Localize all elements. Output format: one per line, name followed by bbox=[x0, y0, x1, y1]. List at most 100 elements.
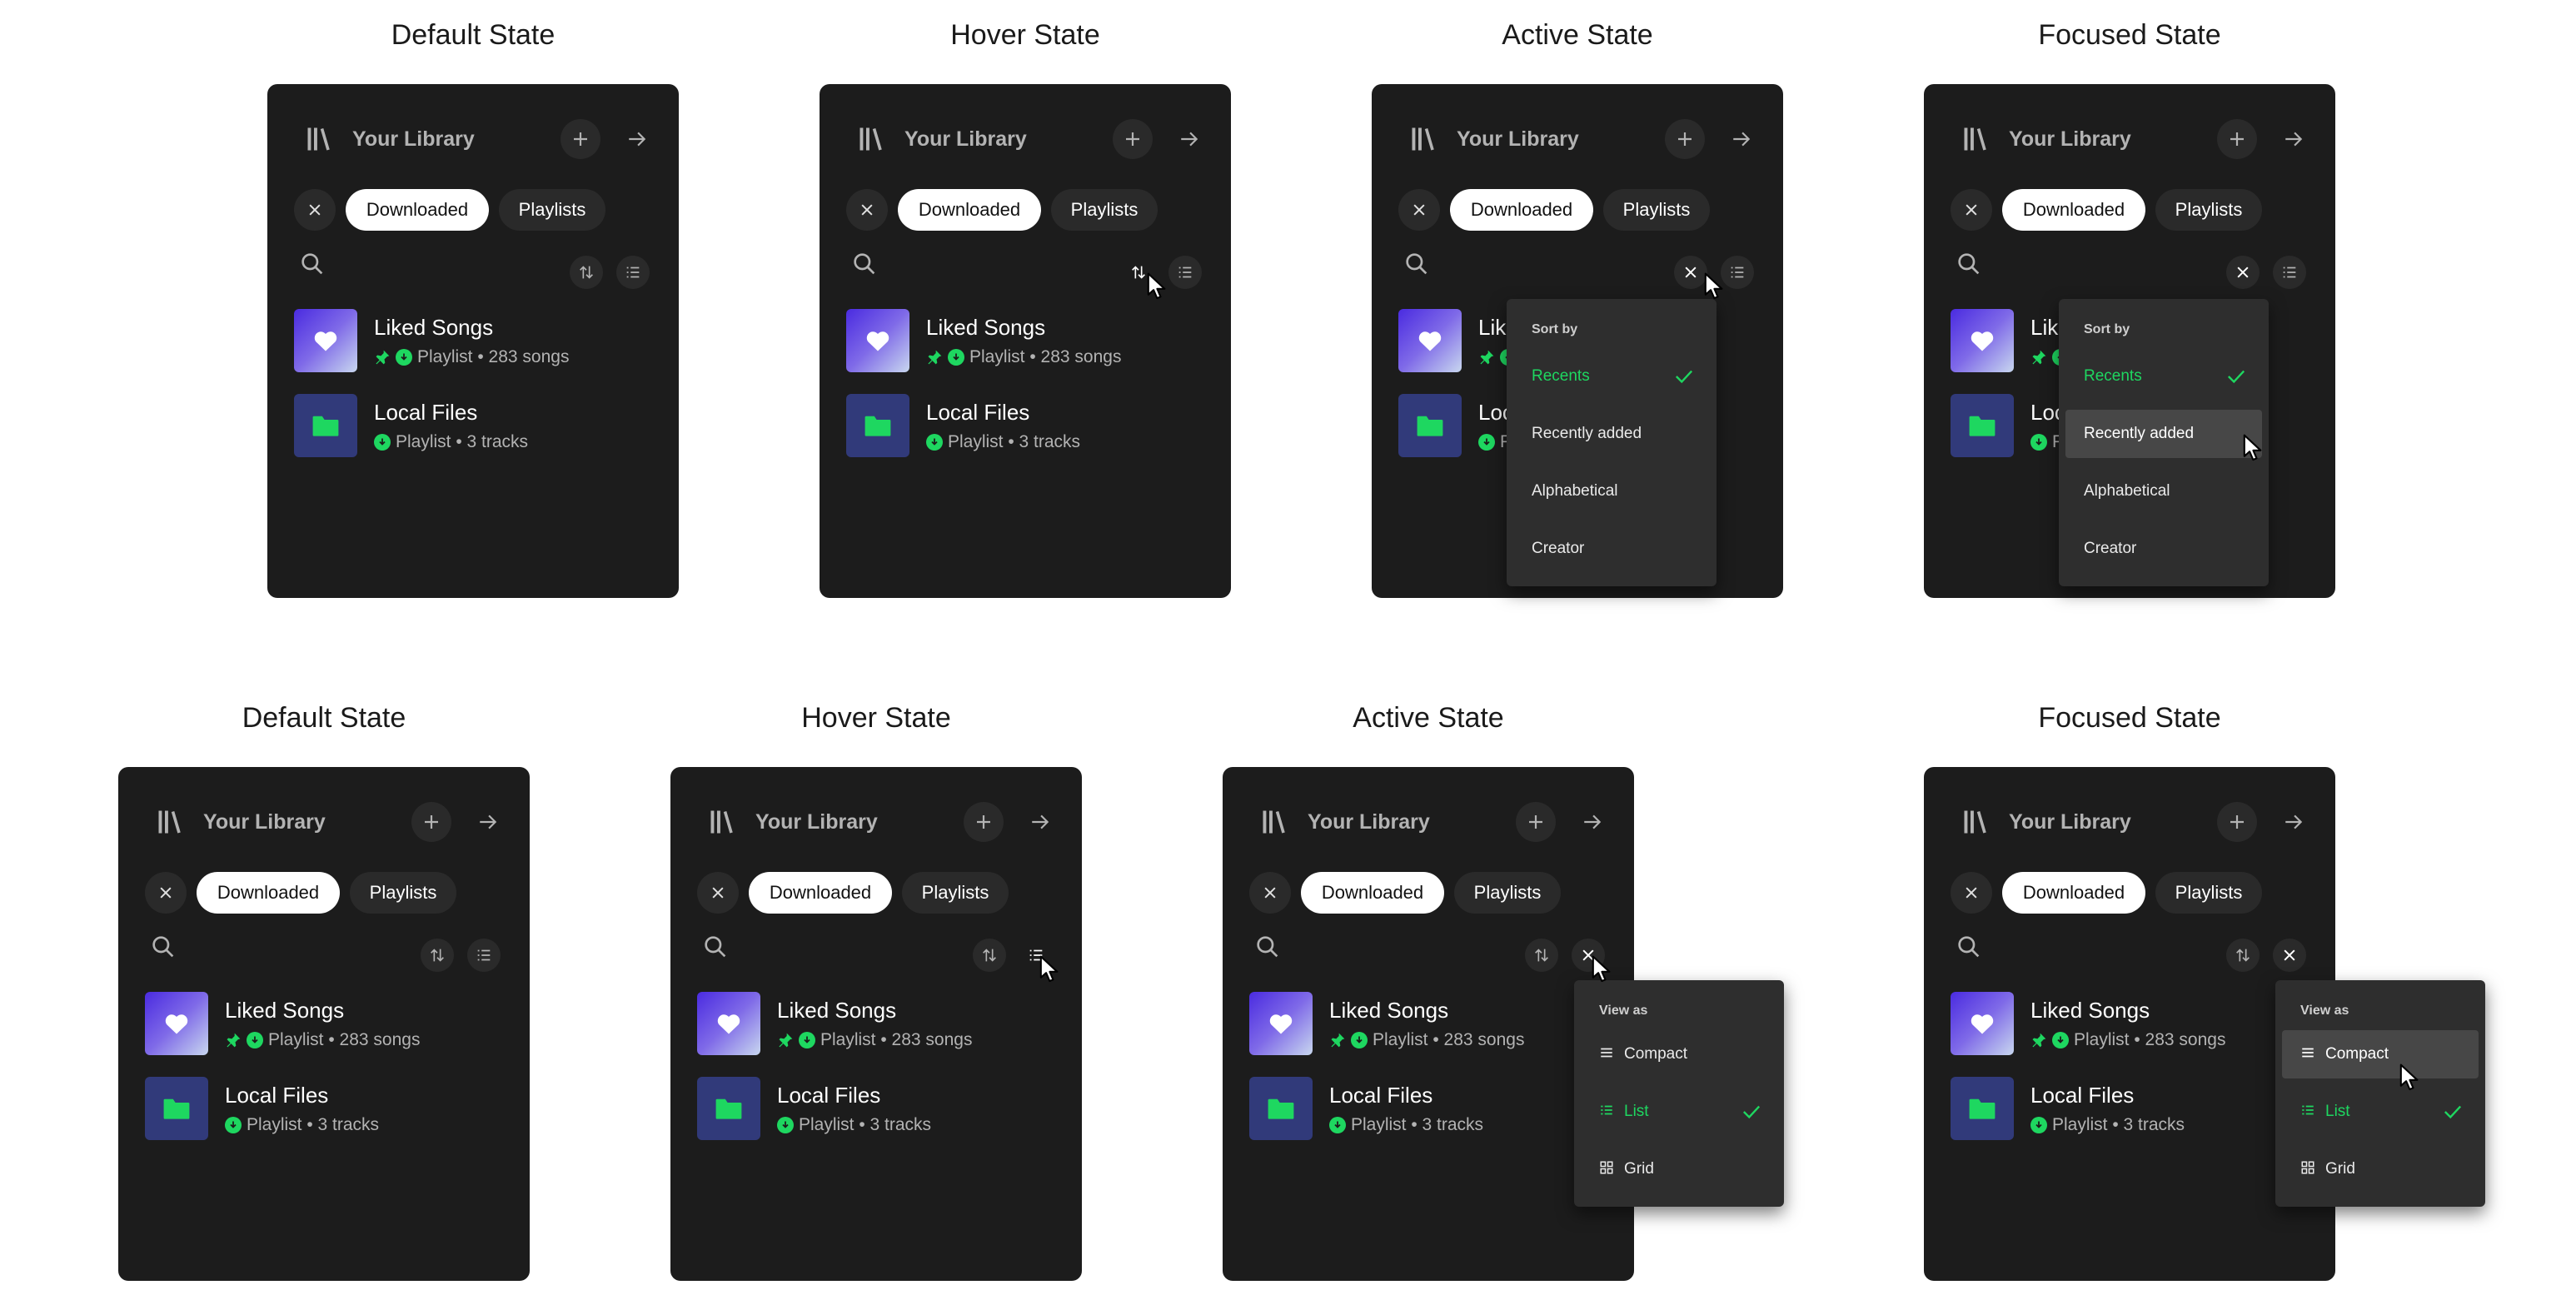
liked-songs-art[interactable] bbox=[294, 309, 357, 372]
filter-chip-downloaded[interactable]: Downloaded bbox=[1301, 872, 1444, 914]
search-icon[interactable] bbox=[1956, 934, 1982, 960]
library-title[interactable]: Your Library bbox=[2009, 807, 2131, 837]
filter-chip-playlists[interactable]: Playlists bbox=[350, 872, 456, 914]
view-option-list[interactable]: List bbox=[1581, 1088, 1777, 1136]
expand-button[interactable] bbox=[617, 119, 657, 159]
liked-songs-art[interactable] bbox=[145, 992, 208, 1055]
sort-option-creator[interactable]: Creator bbox=[2065, 525, 2262, 573]
filter-chip-playlists[interactable]: Playlists bbox=[1454, 872, 1561, 914]
local-files-title[interactable]: Local Files bbox=[374, 399, 477, 426]
clear-filter-button[interactable] bbox=[1951, 872, 1992, 914]
liked-songs-art[interactable] bbox=[697, 992, 760, 1055]
sort-button[interactable] bbox=[570, 256, 603, 289]
create-button[interactable] bbox=[2217, 119, 2257, 159]
filter-chip-playlists[interactable]: Playlists bbox=[2155, 189, 2262, 231]
library-title[interactable]: Your Library bbox=[1457, 124, 1579, 154]
liked-songs-title[interactable]: Liked Songs bbox=[374, 314, 493, 341]
liked-songs-title[interactable]: Liked Songs bbox=[225, 997, 344, 1024]
filter-chip-downloaded[interactable]: Downloaded bbox=[2002, 872, 2145, 914]
clear-filter-button[interactable] bbox=[1951, 189, 1992, 231]
view-button[interactable] bbox=[467, 939, 501, 972]
liked-songs-art[interactable] bbox=[1398, 309, 1462, 372]
filter-chip-downloaded[interactable]: Downloaded bbox=[1450, 189, 1593, 231]
filter-chip-downloaded[interactable]: Downloaded bbox=[898, 189, 1041, 231]
view-button[interactable] bbox=[1168, 256, 1202, 289]
liked-songs-art[interactable] bbox=[1249, 992, 1313, 1055]
sort-button[interactable] bbox=[2226, 939, 2260, 972]
view-option-list[interactable]: List bbox=[2282, 1088, 2479, 1136]
sort-option-recents[interactable]: Recents bbox=[2065, 352, 2262, 401]
local-files-title[interactable]: Local Files bbox=[926, 399, 1029, 426]
view-option-compact[interactable]: Compact bbox=[2282, 1030, 2479, 1078]
create-button[interactable] bbox=[964, 802, 1004, 842]
close-sort-button[interactable] bbox=[1674, 256, 1707, 289]
filter-chip-playlists[interactable]: Playlists bbox=[902, 872, 1009, 914]
expand-button[interactable] bbox=[468, 802, 508, 842]
search-icon[interactable] bbox=[299, 251, 326, 277]
sort-button[interactable] bbox=[421, 939, 454, 972]
library-title[interactable]: Your Library bbox=[755, 807, 878, 837]
create-button[interactable] bbox=[1113, 119, 1153, 159]
search-icon[interactable] bbox=[1956, 251, 1982, 277]
filter-chip-downloaded[interactable]: Downloaded bbox=[346, 189, 489, 231]
clear-filter-button[interactable] bbox=[1249, 872, 1291, 914]
filter-chip-downloaded[interactable]: Downloaded bbox=[2002, 189, 2145, 231]
view-option-grid[interactable]: Grid bbox=[1581, 1145, 1777, 1193]
view-button[interactable] bbox=[616, 256, 650, 289]
filter-chip-downloaded[interactable]: Downloaded bbox=[197, 872, 340, 914]
sort-button[interactable] bbox=[1525, 939, 1558, 972]
local-files-title[interactable]: Local Files bbox=[1329, 1082, 1432, 1108]
filter-chip-downloaded[interactable]: Downloaded bbox=[749, 872, 892, 914]
view-option-compact[interactable]: Compact bbox=[1581, 1030, 1777, 1078]
expand-button[interactable] bbox=[1020, 802, 1060, 842]
view-button[interactable] bbox=[2273, 256, 2306, 289]
create-button[interactable] bbox=[561, 119, 600, 159]
library-title[interactable]: Your Library bbox=[1308, 807, 1430, 837]
local-files-art[interactable] bbox=[294, 394, 357, 457]
local-files-art[interactable] bbox=[1951, 394, 2014, 457]
sort-button[interactable] bbox=[973, 939, 1006, 972]
library-title[interactable]: Your Library bbox=[904, 124, 1027, 154]
close-view-button[interactable] bbox=[2273, 939, 2306, 972]
clear-filter-button[interactable] bbox=[1398, 189, 1440, 231]
liked-songs-title[interactable]: Liked Songs bbox=[926, 314, 1045, 341]
library-title[interactable]: Your Library bbox=[203, 807, 326, 837]
local-files-art[interactable] bbox=[1398, 394, 1462, 457]
local-files-title[interactable]: Local Files bbox=[2030, 1082, 2134, 1108]
create-button[interactable] bbox=[1516, 802, 1556, 842]
expand-button[interactable] bbox=[1572, 802, 1612, 842]
search-icon[interactable] bbox=[1254, 934, 1281, 960]
liked-songs-title[interactable]: Liked Songs bbox=[2030, 997, 2150, 1024]
library-title[interactable]: Your Library bbox=[352, 124, 475, 154]
search-icon[interactable] bbox=[851, 251, 878, 277]
liked-songs-title[interactable]: Liked Songs bbox=[1329, 997, 1448, 1024]
local-files-art[interactable] bbox=[1951, 1077, 2014, 1140]
local-files-title[interactable]: Local Files bbox=[225, 1082, 328, 1108]
liked-songs-art[interactable] bbox=[1951, 992, 2014, 1055]
expand-button[interactable] bbox=[1169, 119, 1209, 159]
view-option-grid[interactable]: Grid bbox=[2282, 1145, 2479, 1193]
local-files-art[interactable] bbox=[1249, 1077, 1313, 1140]
clear-filter-button[interactable] bbox=[697, 872, 739, 914]
library-title[interactable]: Your Library bbox=[2009, 124, 2131, 154]
clear-filter-button[interactable] bbox=[846, 189, 888, 231]
filter-chip-playlists[interactable]: Playlists bbox=[2155, 872, 2262, 914]
local-files-title[interactable]: Local Files bbox=[777, 1082, 880, 1108]
search-icon[interactable] bbox=[1403, 251, 1430, 277]
local-files-art[interactable] bbox=[846, 394, 909, 457]
sort-option-creator[interactable]: Creator bbox=[1513, 525, 1710, 573]
search-icon[interactable] bbox=[150, 934, 177, 960]
liked-songs-title[interactable]: Liked Songs bbox=[777, 997, 896, 1024]
sort-option-recently-added[interactable]: Recently added bbox=[1513, 410, 1710, 458]
expand-button[interactable] bbox=[2274, 119, 2314, 159]
clear-filter-button[interactable] bbox=[294, 189, 336, 231]
filter-chip-playlists[interactable]: Playlists bbox=[1051, 189, 1158, 231]
filter-chip-playlists[interactable]: Playlists bbox=[499, 189, 605, 231]
local-files-art[interactable] bbox=[145, 1077, 208, 1140]
sort-option-alphabetical[interactable]: Alphabetical bbox=[1513, 467, 1710, 516]
create-button[interactable] bbox=[1665, 119, 1705, 159]
create-button[interactable] bbox=[2217, 802, 2257, 842]
expand-button[interactable] bbox=[2274, 802, 2314, 842]
sort-option-recently-added[interactable]: Recently added bbox=[2065, 410, 2262, 458]
sort-option-recents[interactable]: Recents bbox=[1513, 352, 1710, 401]
